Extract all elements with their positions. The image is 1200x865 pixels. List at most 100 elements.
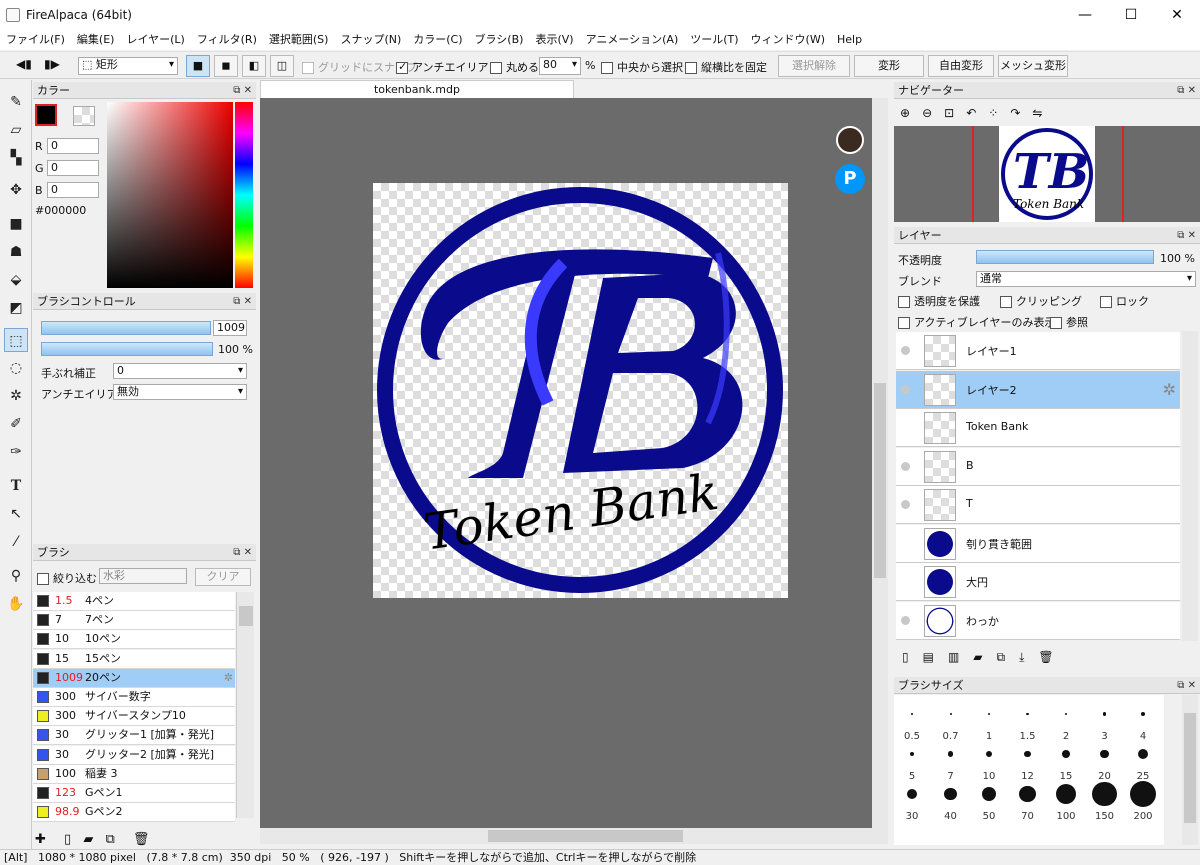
canvas-hscroll-thumb[interactable] xyxy=(488,830,683,842)
active-only-checkbox[interactable]: アクティブレイヤーのみ表示 xyxy=(898,314,1055,330)
stabilizer-select[interactable]: 0 xyxy=(113,363,247,379)
canvas-area[interactable]: Token Bank P xyxy=(260,98,888,828)
new-brush-icon[interactable]: ▯ xyxy=(64,832,71,847)
brush-settings-icon[interactable]: ✲ xyxy=(224,669,233,687)
layer-row[interactable]: Token Bank xyxy=(896,409,1180,447)
layer-visibility-icon[interactable] xyxy=(901,500,910,509)
layer-visibility-icon[interactable] xyxy=(901,346,910,355)
duplicate-brush-icon[interactable]: ⧉ xyxy=(105,832,114,847)
transparent-color-swatch[interactable] xyxy=(73,106,95,126)
brush-list-item[interactable]: 15 15ペン xyxy=(33,649,235,669)
document-tab[interactable]: tokenbank.mdp xyxy=(260,80,574,98)
brush-size-dot[interactable] xyxy=(1026,712,1029,716)
brush-list-item[interactable]: 98.9 Gペン2 xyxy=(33,803,235,823)
free-transform-button[interactable]: 自由変形 xyxy=(928,55,994,77)
eraser-tool-icon[interactable]: ▱ xyxy=(4,118,28,142)
alpaca-avatar-icon[interactable] xyxy=(836,126,864,154)
brush-size-dot[interactable] xyxy=(1138,749,1148,759)
layer-row[interactable]: レイヤー1 xyxy=(896,332,1180,370)
transform-button[interactable]: 変形 xyxy=(854,55,924,77)
mode-add-button[interactable]: ◼ xyxy=(214,55,238,77)
brush-size-dot[interactable] xyxy=(1130,781,1156,807)
brush-opacity-slider[interactable] xyxy=(41,342,213,356)
brush-size-dot[interactable] xyxy=(988,713,990,715)
brush-list-item[interactable]: 1009 20ペン ✲ xyxy=(33,668,235,688)
hue-slider[interactable] xyxy=(235,102,253,288)
divide-tool-icon[interactable]: ⁄ xyxy=(4,530,28,554)
rotate-left-icon[interactable]: ↶ xyxy=(966,106,988,120)
layer-row[interactable]: 大円 xyxy=(896,563,1180,601)
fit-icon[interactable]: ⊡ xyxy=(944,106,966,120)
eyedropper-tool-icon[interactable]: ⚲ xyxy=(4,564,28,588)
mode-subtract-button[interactable]: ◧ xyxy=(242,55,266,77)
rotate-right-icon[interactable]: ↷ xyxy=(1010,106,1032,120)
select-tool-icon[interactable]: ⬚ xyxy=(4,328,28,352)
shape-select[interactable]: ⬚ 矩形 xyxy=(78,57,178,75)
r-input[interactable]: 0 xyxy=(47,138,99,154)
brush-list-item[interactable]: 300 サイバー数字 xyxy=(33,688,235,707)
foreground-color-swatch[interactable] xyxy=(35,104,57,126)
layer-list-scrollbar[interactable] xyxy=(1182,331,1198,641)
fix-ratio-checkbox[interactable]: 縦横比を固定 xyxy=(685,59,767,75)
filter-checkbox[interactable]: 絞り込む xyxy=(37,570,97,586)
panel-controls-icon[interactable]: ⧉ ✕ xyxy=(1177,82,1196,99)
mode-new-button[interactable]: ■ xyxy=(186,55,210,77)
mode-intersect-button[interactable]: ◫ xyxy=(270,55,294,77)
layer-opacity-slider[interactable] xyxy=(976,250,1154,264)
filter-input[interactable]: 水彩 xyxy=(99,568,187,584)
menu-help[interactable]: Help xyxy=(831,30,868,50)
add-brush-icon[interactable]: ✚ xyxy=(35,832,46,847)
hand-tool-icon[interactable]: ✋ xyxy=(4,592,28,616)
brush-size-dot[interactable] xyxy=(944,787,957,801)
new-folder-icon[interactable]: ▰ xyxy=(973,650,996,664)
fill-rect-tool-icon[interactable]: ■ xyxy=(4,212,28,236)
brush-list-item[interactable]: 123 Gペン1 xyxy=(33,784,235,803)
brush-size-scroll-thumb[interactable] xyxy=(1184,713,1196,823)
menu-selection[interactable]: 選択範囲(S) xyxy=(263,30,335,50)
layer-row[interactable]: 刳り貫き範囲 xyxy=(896,524,1180,563)
menu-window[interactable]: ウィンドウ(W) xyxy=(745,30,831,50)
brush-tool-icon[interactable]: ✎ xyxy=(4,90,28,114)
delete-layer-icon[interactable]: 🗑 xyxy=(1038,650,1067,664)
new-8bit-layer-icon[interactable]: ▤ xyxy=(923,650,948,664)
menu-view[interactable]: 表示(V) xyxy=(529,30,579,50)
flip-icon[interactable]: ⇋ xyxy=(1032,106,1054,120)
brush-size-scrollbar[interactable] xyxy=(1182,695,1198,845)
menu-filter[interactable]: フィルタ(R) xyxy=(191,30,263,50)
zoom-in-icon[interactable]: ⊕ xyxy=(900,106,922,120)
saturation-value-picker[interactable] xyxy=(107,102,233,288)
g-input[interactable]: 0 xyxy=(47,160,99,176)
menu-snap[interactable]: スナップ(N) xyxy=(334,30,407,50)
panel-controls-icon[interactable]: ⧉ ✕ xyxy=(1177,227,1196,244)
menu-tool[interactable]: ツール(T) xyxy=(684,30,744,50)
protect-alpha-checkbox[interactable]: 透明度を保護 xyxy=(898,293,980,309)
round-value-select[interactable]: 80 xyxy=(539,57,581,75)
b-input[interactable]: 0 xyxy=(47,182,99,198)
brush-list-scroll-thumb[interactable] xyxy=(239,606,253,626)
select-pen-tool-icon[interactable]: ✐ xyxy=(4,412,28,436)
pixiv-icon[interactable]: P xyxy=(835,164,865,194)
brush-list-item[interactable]: 30 グリッター2 [加算・発光] xyxy=(33,745,235,765)
brush-size-dot[interactable] xyxy=(1102,712,1107,716)
brush-list-scrollbar[interactable] xyxy=(236,592,254,818)
dot-tool-icon[interactable]: ▚ xyxy=(4,146,28,170)
panel-controls-icon[interactable]: ⧉ ✕ xyxy=(233,82,252,99)
brush-list-item[interactable]: 300 サイバースタンプ10 xyxy=(33,707,235,727)
prev-icon[interactable]: ◀▮ xyxy=(16,57,32,71)
fill-lasso-tool-icon[interactable]: ☗ xyxy=(4,240,28,264)
brush-list-item[interactable]: 10 10ペン xyxy=(33,630,235,650)
canvas-vscrollbar[interactable] xyxy=(872,98,888,828)
zoom-out-icon[interactable]: ⊖ xyxy=(922,106,944,120)
bucket-tool-icon[interactable]: ⬙ xyxy=(4,268,28,292)
brush-size-dot[interactable] xyxy=(1019,785,1036,803)
layer-visibility-icon[interactable] xyxy=(901,461,910,471)
layer-row[interactable]: わっか xyxy=(896,601,1180,640)
brush-folder-icon[interactable]: ▰ xyxy=(83,832,93,847)
layer-visibility-icon[interactable] xyxy=(901,615,910,625)
gradient-tool-icon[interactable]: ◩ xyxy=(4,296,28,320)
brush-size-dot[interactable] xyxy=(981,786,997,802)
artwork-canvas[interactable]: Token Bank xyxy=(373,183,788,598)
brush-list-item[interactable]: 30 グリッター1 [加算・発光] xyxy=(33,726,235,746)
layer-visibility-icon[interactable] xyxy=(901,384,910,394)
brush-size-dot[interactable] xyxy=(1092,781,1117,807)
